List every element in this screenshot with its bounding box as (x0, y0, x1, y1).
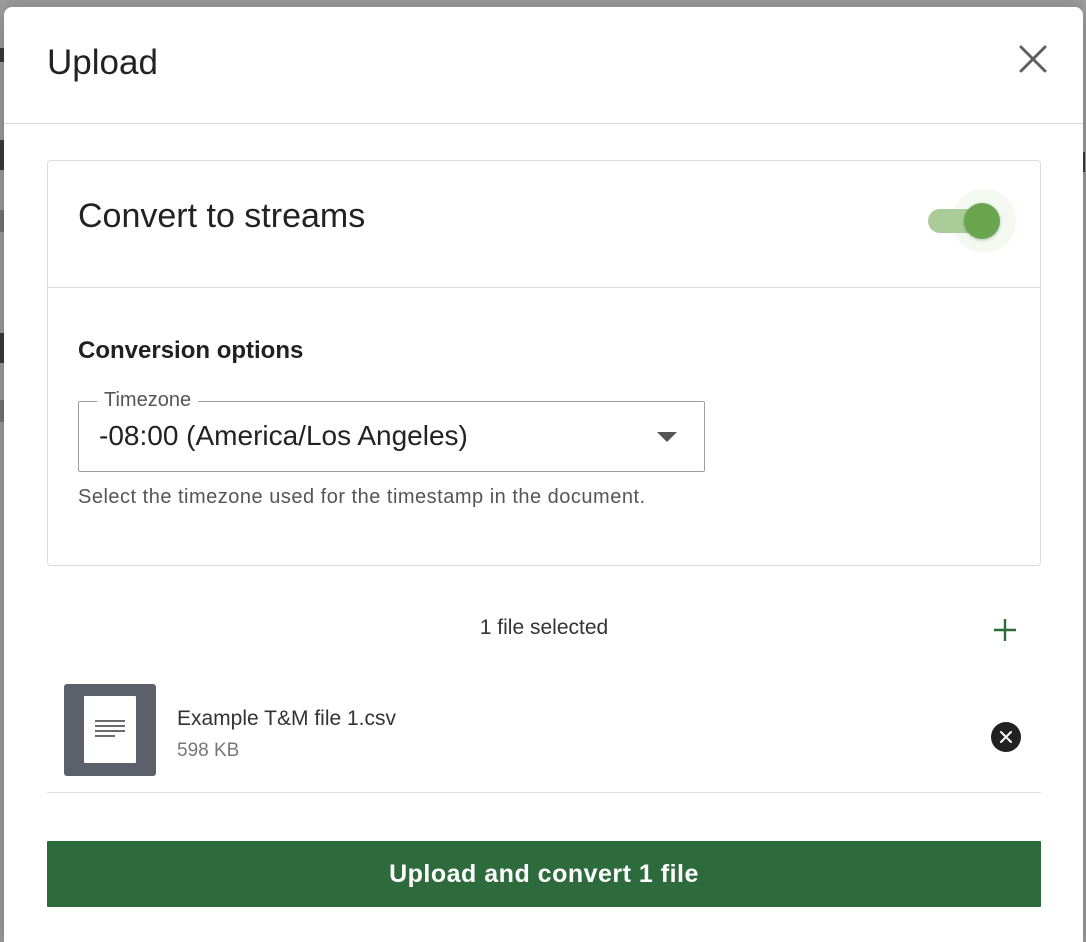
conversion-options-heading: Conversion options (78, 337, 304, 364)
remove-circle-icon (1000, 731, 1012, 743)
toggle-thumb (964, 203, 1000, 239)
file-page-preview (84, 696, 136, 763)
file-list-item: Example T&M file 1.csv 598 KB (47, 675, 1041, 793)
timezone-value: -08:00 (America/Los Angeles) (99, 420, 468, 451)
file-size: 598 KB (177, 740, 240, 761)
convert-to-streams-label: Convert to streams (78, 197, 366, 235)
timezone-label: Timezone (97, 387, 199, 413)
plus-icon (994, 619, 1016, 641)
upload-dialog: Upload Convert to streams Conversion opt… (4, 7, 1083, 942)
close-button[interactable] (1014, 40, 1052, 78)
files-selected-count: 1 file selected (479, 616, 609, 639)
caret-down-icon (657, 432, 677, 442)
convert-to-streams-toggle[interactable] (928, 189, 1016, 253)
add-file-button[interactable] (987, 612, 1023, 648)
document-icon (64, 684, 156, 776)
conversion-card: Convert to streams Conversion options Ti… (47, 160, 1041, 566)
dialog-header: Upload (4, 7, 1083, 124)
timezone-helper-text: Select the timezone used for the timesta… (78, 486, 646, 508)
remove-file-button[interactable] (991, 722, 1021, 752)
upload-and-convert-button[interactable]: Upload and convert 1 file (47, 841, 1041, 907)
convert-header: Convert to streams (48, 161, 1040, 288)
files-header: 1 file selected (47, 612, 1041, 646)
close-icon (1019, 45, 1047, 73)
file-name: Example T&M file 1.csv (177, 707, 397, 730)
dialog-title: Upload (47, 43, 158, 82)
timezone-select[interactable]: Timezone -08:00 (America/Los Angeles) (78, 387, 705, 472)
